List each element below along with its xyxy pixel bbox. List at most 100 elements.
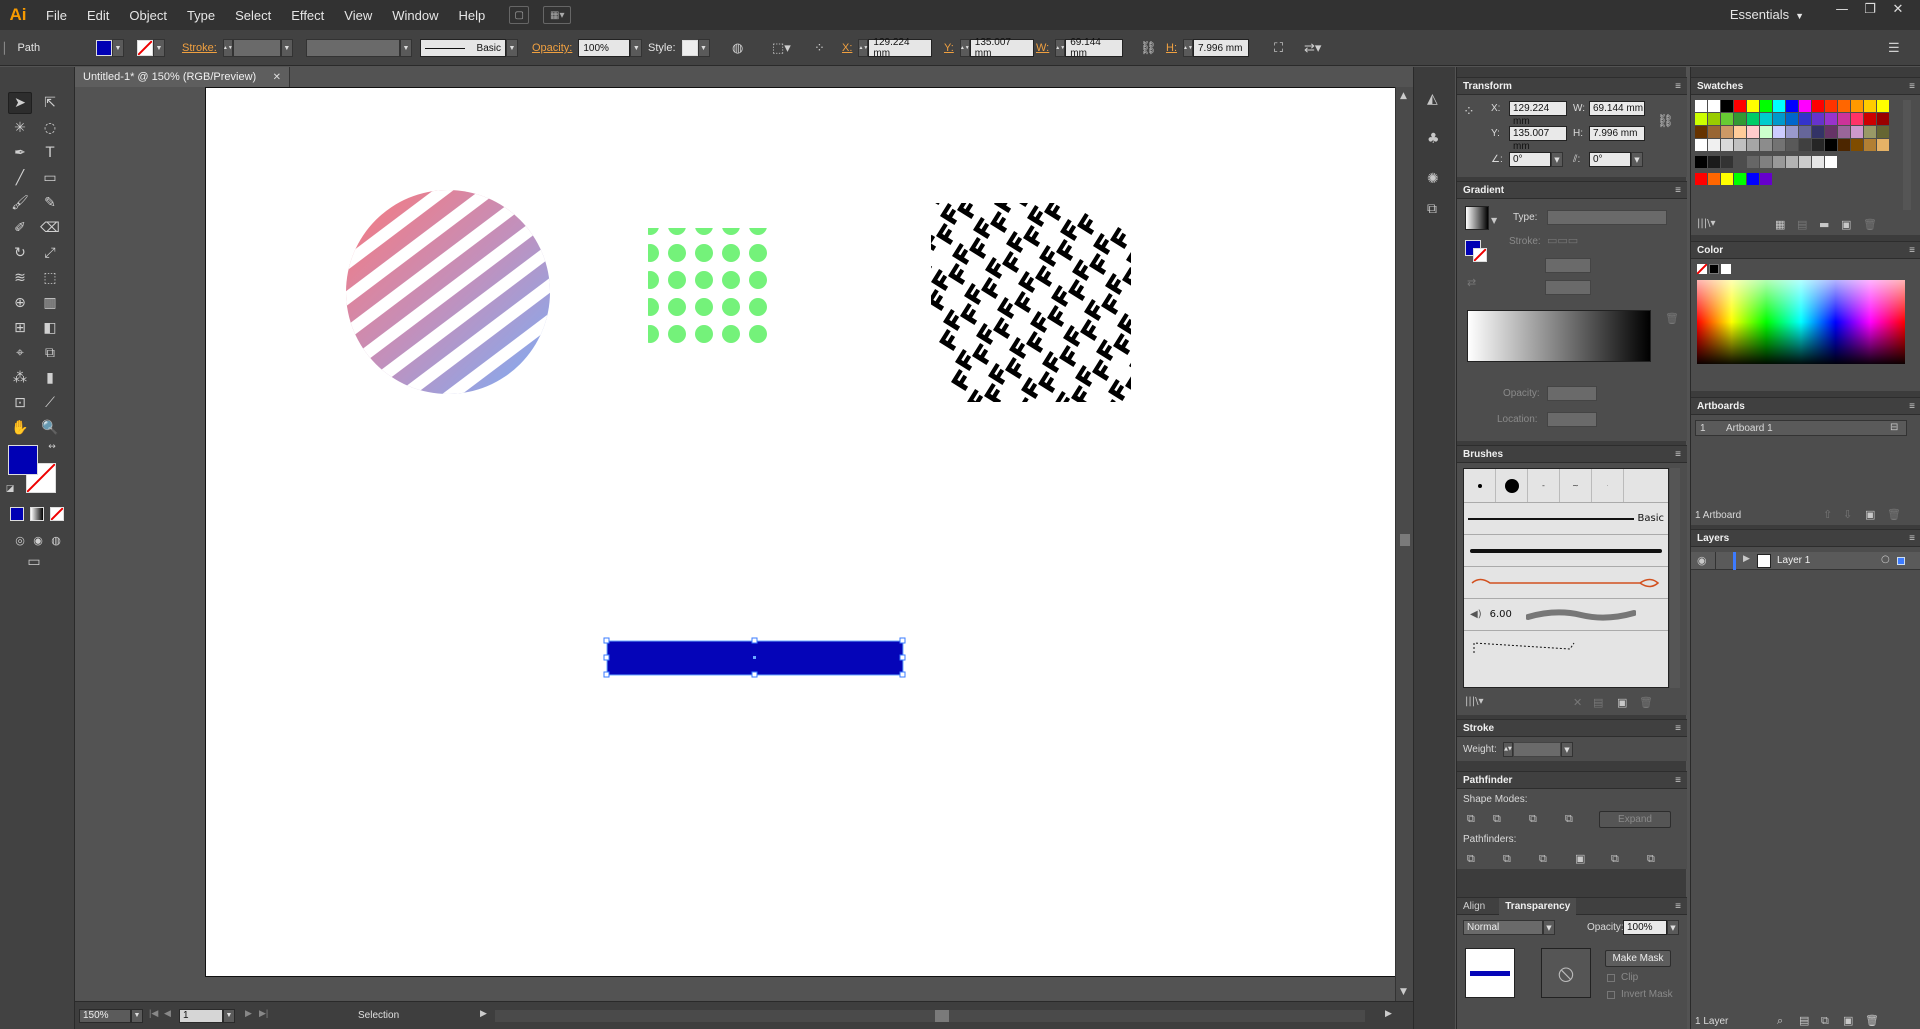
- transform-h-field[interactable]: 7.996 mm: [1589, 126, 1645, 141]
- no-stroke-swatch[interactable]: [137, 40, 153, 56]
- brush-thumb[interactable]: [1464, 469, 1496, 502]
- color-swatch[interactable]: [1838, 139, 1850, 151]
- isolate-icon[interactable]: ⇄▾: [1304, 40, 1321, 56]
- rotate-field[interactable]: 0°: [1509, 152, 1551, 167]
- color-swatch[interactable]: [1851, 139, 1863, 151]
- color-swatch[interactable]: [1773, 156, 1785, 168]
- panel-menu-icon[interactable]: ≡: [1909, 401, 1915, 412]
- maximize-icon[interactable]: ❐: [1856, 0, 1884, 18]
- panel-menu-icon[interactable]: ≡: [1675, 723, 1681, 734]
- canvas[interactable]: [75, 87, 1398, 1001]
- brush-row-calligraphic[interactable]: ◀) 6.00: [1464, 599, 1668, 631]
- recolor-artwork-icon[interactable]: ◍: [732, 40, 743, 56]
- color-swatch[interactable]: [1773, 100, 1785, 112]
- new-brush-icon[interactable]: ▣: [1617, 696, 1627, 709]
- artboard[interactable]: [205, 87, 1398, 977]
- first-artboard-icon[interactable]: |◀: [149, 1008, 158, 1019]
- brush-row-pattern[interactable]: [1464, 631, 1668, 663]
- graphic-styles-icon[interactable]: ✺: [1427, 171, 1439, 187]
- link-proportions-icon[interactable]: ⛓: [1140, 40, 1157, 56]
- menu-edit[interactable]: Edit: [77, 8, 119, 23]
- swatch-scrollbar[interactable]: [1903, 100, 1911, 210]
- expand-button[interactable]: Expand: [1599, 811, 1671, 828]
- color-guide-icon[interactable]: ◭: [1427, 91, 1438, 107]
- rotate-tool-icon[interactable]: ↻: [8, 242, 32, 264]
- transform-y-field[interactable]: 135.007 mm: [1509, 126, 1567, 152]
- transform-w-field[interactable]: 69.144 mm: [1589, 101, 1645, 116]
- y-field[interactable]: 135.007 mm: [969, 37, 1034, 59]
- color-swatch[interactable]: [1864, 126, 1876, 138]
- transparency-opacity-field[interactable]: 100%: [1623, 920, 1667, 935]
- pen-tool-icon[interactable]: ✒: [8, 142, 32, 164]
- gradient-angle-field[interactable]: [1545, 258, 1591, 273]
- color-swatch[interactable]: [1786, 113, 1798, 125]
- default-fill-stroke-icon[interactable]: ◪: [4, 483, 16, 495]
- color-swatch[interactable]: [1851, 126, 1863, 138]
- x-label[interactable]: X:: [842, 42, 852, 54]
- delete-artboard-icon[interactable]: 🗑: [1887, 508, 1901, 521]
- x-stepper[interactable]: ▲▼: [858, 39, 869, 57]
- delete-brush-icon[interactable]: 🗑: [1639, 696, 1653, 709]
- color-swatch[interactable]: [1747, 156, 1759, 168]
- color-swatch[interactable]: [1760, 139, 1772, 151]
- gradient-opacity-field[interactable]: [1547, 386, 1597, 401]
- lasso-tool-icon[interactable]: ◌: [38, 117, 62, 139]
- blend-mode-select[interactable]: Normal: [1463, 920, 1543, 935]
- invert-mask-checkbox[interactable]: [1607, 991, 1615, 999]
- document-tab[interactable]: Untitled-1* @ 150% (RGB/Preview) ✕: [75, 67, 290, 87]
- color-swatch[interactable]: [1695, 156, 1707, 168]
- chevron-down-icon[interactable]: ▼: [223, 1009, 235, 1023]
- color-swatch[interactable]: [1760, 113, 1772, 125]
- artboard-row[interactable]: 1 Artboard 1 ⊟: [1695, 420, 1907, 436]
- exclude-icon[interactable]: ⧉: [1565, 812, 1573, 826]
- color-swatch[interactable]: [1877, 126, 1889, 138]
- gradient-tool-icon[interactable]: ◧: [38, 317, 62, 339]
- color-swatch[interactable]: [1721, 173, 1733, 185]
- column-graph-tool-icon[interactable]: ▮: [38, 367, 62, 389]
- color-swatch[interactable]: [1695, 100, 1707, 112]
- h-field[interactable]: 7.996 mm: [1193, 39, 1249, 57]
- color-swatch[interactable]: [1760, 100, 1772, 112]
- color-swatch[interactable]: [1864, 113, 1876, 125]
- tab-align[interactable]: Align: [1457, 901, 1491, 912]
- close-icon[interactable]: ✕: [1884, 0, 1912, 18]
- color-swatch[interactable]: [1747, 173, 1759, 185]
- appearance-icon[interactable]: ⧉: [1427, 201, 1437, 217]
- transform-x-field[interactable]: 129.224 mm: [1509, 101, 1567, 127]
- swatch-libraries-menu-icon[interactable]: |||\▾: [1697, 218, 1716, 229]
- brush-row-arrow[interactable]: [1464, 567, 1668, 599]
- minus-front-icon[interactable]: ⧉: [1493, 812, 1501, 826]
- color-swatch[interactable]: [1812, 139, 1824, 151]
- fill-swatch[interactable]: [96, 40, 112, 56]
- color-none-swatch[interactable]: [1697, 264, 1707, 274]
- color-swatch[interactable]: [1851, 100, 1863, 112]
- eye-icon[interactable]: ◉: [1697, 554, 1707, 567]
- delete-swatch-icon[interactable]: 🗑: [1863, 218, 1877, 231]
- w-label[interactable]: W:: [1036, 42, 1049, 54]
- panel-menu-icon[interactable]: ≡: [1675, 901, 1681, 912]
- color-swatch[interactable]: [1695, 139, 1707, 151]
- gradient-slider[interactable]: [1467, 310, 1651, 362]
- stroke-weight-field[interactable]: [232, 39, 281, 57]
- color-swatch[interactable]: [1773, 139, 1785, 151]
- draw-inside-icon[interactable]: ◍: [44, 529, 68, 551]
- color-swatch[interactable]: [1825, 100, 1837, 112]
- color-swatch[interactable]: [1760, 126, 1772, 138]
- color-swatch[interactable]: [1786, 126, 1798, 138]
- artboard-number-field[interactable]: 1: [179, 1009, 223, 1023]
- minimize-icon[interactable]: —: [1828, 0, 1856, 18]
- color-swatch[interactable]: [1799, 156, 1811, 168]
- remove-brush-stroke-icon[interactable]: ✕: [1573, 696, 1582, 709]
- brush-thumb[interactable]: ~: [1560, 469, 1592, 502]
- chevron-down-icon[interactable]: ▼: [697, 39, 710, 57]
- color-swatch[interactable]: [1786, 156, 1798, 168]
- color-swatch[interactable]: [1734, 156, 1746, 168]
- color-swatch[interactable]: [1721, 100, 1733, 112]
- previous-artboard-icon[interactable]: ◀: [164, 1008, 171, 1019]
- color-swatch[interactable]: [1721, 113, 1733, 125]
- chevron-down-icon[interactable]: ▼: [153, 39, 165, 57]
- color-swatch[interactable]: [1747, 126, 1759, 138]
- x-field[interactable]: 129.224 mm: [868, 37, 933, 59]
- gradient-preview-thumb[interactable]: [1465, 206, 1489, 230]
- scroll-down-icon[interactable]: ▼: [1400, 987, 1407, 997]
